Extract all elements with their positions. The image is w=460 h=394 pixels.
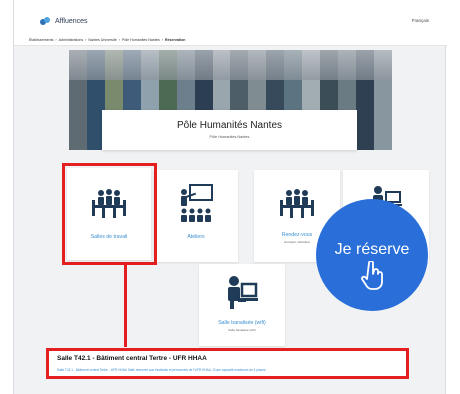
highlight-connector — [124, 263, 127, 347]
breadcrumb-item[interactable]: Nantes Université — [88, 38, 116, 42]
hand-pointer-icon — [361, 261, 383, 290]
reserve-label: Je réserve — [334, 241, 410, 258]
place-title: Pôle Humanités Nantes — [176, 120, 283, 131]
header: Affluences Français Établissements › Admi… — [14, 0, 447, 46]
category-label: Ateliers — [187, 234, 205, 240]
breadcrumb-item[interactable]: Pôle Humanités Nantes — [122, 38, 160, 42]
category-sublabel: Salle banalisée (wifi) — [228, 328, 256, 332]
breadcrumb: Établissements › Administrations › Nantes … — [29, 38, 186, 42]
breadcrumb-item[interactable]: Administrations — [59, 38, 84, 42]
room-title: Salle T42.1 - Bâtiment central Tertre - … — [57, 355, 207, 362]
place-title-card: Pôle Humanités Nantes Pôle Humanités Nan… — [102, 110, 357, 150]
category-tile-ateliers[interactable]: Ateliers — [154, 170, 238, 262]
language-selector[interactable]: Français — [412, 18, 429, 23]
category-label: Salles de travail — [90, 234, 128, 240]
meeting-table-icon — [92, 189, 126, 218]
meeting-table-icon — [280, 189, 314, 218]
brand-name: Affluences — [55, 17, 88, 25]
browser-frame: Affluences Français Établissements › Admi… — [13, 0, 447, 394]
category-tile-salles-de-travail[interactable]: Salles de travail — [67, 168, 151, 260]
room-description: Salle T42.1 - Bâtiment central Tertre - … — [57, 368, 266, 372]
breadcrumb-item[interactable]: Établissements — [29, 38, 53, 42]
reserve-button[interactable]: Je réserve — [316, 199, 428, 311]
affluences-logo-icon — [40, 17, 50, 25]
brand-logo[interactable]: Affluences — [39, 15, 88, 27]
breadcrumb-current: Réservation — [164, 38, 186, 42]
place-subtitle: Pôle Humanités Nantes — [209, 135, 250, 139]
category-tile-salle-banalisee[interactable]: Salle banalisée (wifi) Salle banalisée (… — [199, 264, 285, 346]
room-result-card[interactable]: Salle T42.1 - Bâtiment central Tertre - … — [46, 348, 409, 379]
category-label: Salle banalisée (wifi) — [218, 320, 266, 326]
computer-user-icon — [228, 276, 258, 309]
presentation-board-icon — [181, 184, 213, 222]
